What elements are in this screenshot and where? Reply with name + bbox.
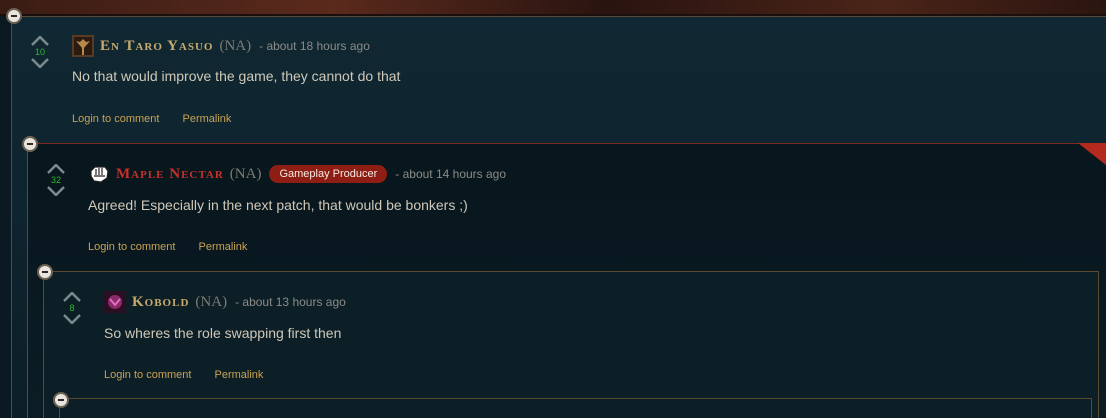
upvote-arrow-icon[interactable] — [47, 164, 65, 174]
downvote-arrow-icon[interactable] — [63, 314, 81, 324]
region-tag: (NA) — [219, 37, 252, 54]
login-to-comment-link[interactable]: Login to comment — [104, 369, 191, 381]
permalink-link[interactable]: Permalink — [199, 241, 248, 253]
collapse-thread-button[interactable] — [37, 264, 53, 280]
comment-header: Maple Nectar (NA) Gameplay Producer - ab… — [88, 163, 506, 185]
vote-count: 10 — [34, 47, 45, 57]
riot-corner-marker — [1078, 143, 1106, 165]
permalink-link[interactable]: Permalink — [215, 369, 264, 381]
comment-header: Kobold (NA) - about 13 hours ago — [104, 291, 346, 313]
upvote-arrow-icon[interactable] — [63, 292, 81, 302]
comment-text: No that would improve the game, they can… — [72, 68, 401, 84]
vote-widget: 8 — [61, 292, 83, 324]
username[interactable]: Maple Nectar — [116, 166, 224, 183]
permalink-link[interactable]: Permalink — [183, 113, 232, 125]
summoner-avatar — [104, 291, 126, 313]
comment-card — [59, 398, 1092, 418]
timestamp: - about 14 hours ago — [395, 167, 507, 181]
comment-actions: Login to comment Permalink — [72, 113, 251, 125]
header-banner — [0, 0, 1106, 16]
upvote-arrow-icon[interactable] — [31, 36, 49, 46]
role-badge: Gameplay Producer — [269, 165, 388, 183]
comment-text: So wheres the role swapping first then — [104, 325, 342, 341]
comment-actions: Login to comment Permalink — [104, 369, 283, 381]
region-tag: (NA) — [195, 293, 228, 310]
downvote-arrow-icon[interactable] — [47, 186, 65, 196]
username[interactable]: Kobold — [132, 294, 189, 311]
summoner-avatar — [72, 35, 94, 57]
collapse-thread-button[interactable] — [53, 392, 69, 408]
login-to-comment-link[interactable]: Login to comment — [72, 113, 159, 125]
region-tag: (NA) — [229, 165, 262, 182]
vote-count: 8 — [69, 303, 75, 313]
timestamp: - about 18 hours ago — [259, 39, 370, 53]
comment-actions: Login to comment Permalink — [88, 241, 267, 253]
comment-header: En Taro Yasuo (NA) - about 18 hours ago — [72, 35, 370, 57]
timestamp: - about 13 hours ago — [235, 295, 346, 309]
vote-widget: 32 — [45, 164, 67, 196]
downvote-arrow-icon[interactable] — [31, 58, 49, 68]
riot-fist-icon — [90, 166, 109, 183]
vote-count: 32 — [50, 175, 61, 185]
comment-text: Agreed! Especially in the next patch, th… — [88, 197, 468, 213]
collapse-thread-button[interactable] — [22, 136, 38, 152]
login-to-comment-link[interactable]: Login to comment — [88, 241, 175, 253]
vote-widget: 10 — [29, 36, 51, 68]
collapse-thread-button[interactable] — [6, 8, 22, 24]
username[interactable]: En Taro Yasuo — [100, 38, 213, 55]
